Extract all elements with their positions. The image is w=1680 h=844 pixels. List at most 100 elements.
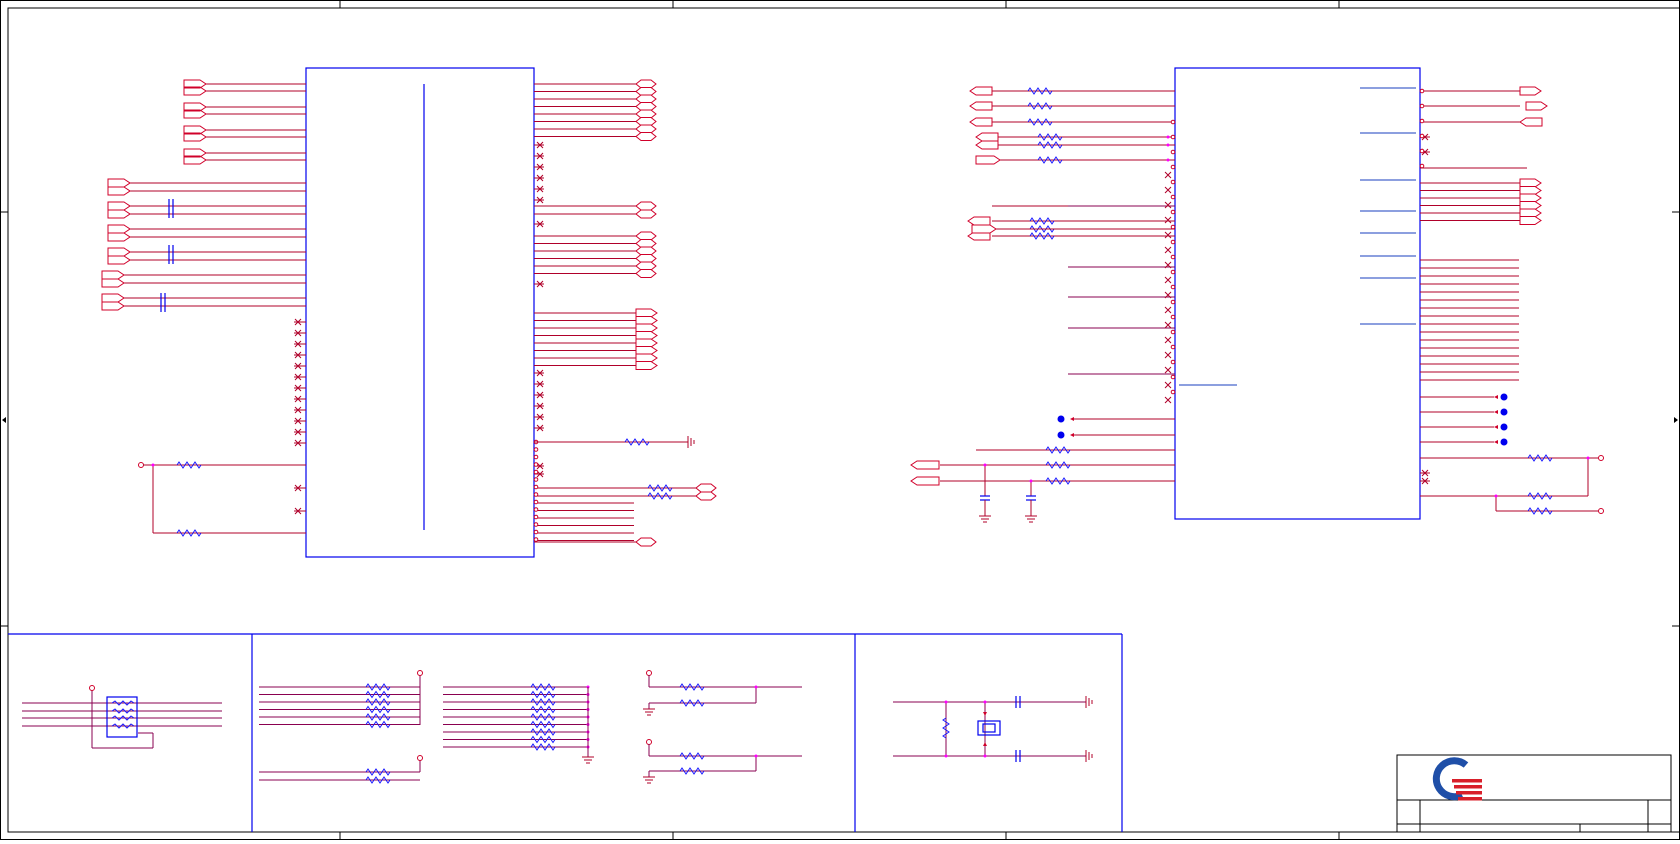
- resistor: [530, 713, 556, 721]
- pin-dot: [1166, 158, 1170, 162]
- vcc-port: [417, 755, 423, 761]
- ic-u1-ground-resistor: [534, 436, 695, 448]
- no-connect-mark: [1164, 171, 1172, 179]
- pin-end: [533, 454, 539, 460]
- pin-end: [1170, 149, 1176, 155]
- signal-port: [1525, 101, 1548, 111]
- ic-u1-right-pins: [533, 83, 696, 543]
- signal-port-pair: [101, 270, 125, 288]
- pin-end: [533, 529, 539, 535]
- ic-u1-left-pins: [122, 83, 306, 515]
- resistor: [679, 752, 705, 760]
- signal-port: [635, 109, 657, 119]
- pin-end: [1170, 344, 1176, 350]
- pin-end: [1170, 389, 1176, 395]
- no-connect-mark: [1164, 216, 1172, 224]
- no-connect-mark: [1164, 186, 1172, 194]
- pin-end: [1170, 239, 1176, 245]
- resistor: [1037, 141, 1063, 149]
- signal-port: [635, 117, 657, 126]
- pin-end: [1170, 194, 1176, 200]
- vcc-port: [646, 739, 652, 745]
- no-connect-mark: [1164, 351, 1172, 359]
- resistor: [365, 705, 391, 714]
- pin-dot: [1166, 135, 1170, 139]
- signal-port: [635, 132, 657, 141]
- pin-end: [1170, 374, 1176, 380]
- pin-end: [1170, 299, 1176, 305]
- vcc-port: [417, 670, 423, 676]
- resistor: [530, 743, 556, 751]
- resistor: [1029, 217, 1055, 225]
- signal-port: [635, 209, 657, 219]
- panel-resistor-array: [22, 685, 222, 749]
- resistor: [1027, 102, 1053, 110]
- signal-port: [635, 246, 657, 256]
- resistor: [365, 683, 391, 691]
- pin-end: [1170, 224, 1176, 230]
- signal-port: [971, 224, 997, 234]
- no-connect-mark: [1164, 276, 1172, 284]
- signal-port: [969, 86, 993, 96]
- pin-end: [1170, 119, 1176, 125]
- company-logo: [1432, 757, 1482, 801]
- signal-port: [635, 231, 657, 241]
- signal-port: [969, 101, 993, 111]
- resistor: [679, 683, 705, 691]
- pin-end: [533, 469, 539, 475]
- signal-port: [635, 323, 658, 333]
- ic-u2-body: [1174, 67, 1421, 520]
- signal-port: [1519, 186, 1542, 195]
- resistor: [530, 735, 556, 744]
- no-connect-mark: [1164, 366, 1172, 374]
- pin-end: [1170, 284, 1176, 290]
- resistor: [679, 767, 705, 775]
- no-connect-mark: [1164, 321, 1172, 329]
- pin-end: [533, 447, 539, 452]
- no-connect-mark: [1164, 201, 1172, 209]
- resistor: [365, 713, 391, 721]
- resistor: [530, 720, 556, 729]
- resistor: [530, 683, 556, 691]
- signal-port: [635, 87, 657, 96]
- signal-port-pair: [107, 201, 131, 219]
- pin-end: [1170, 314, 1176, 320]
- pin-dot: [754, 685, 758, 689]
- signal-port: [1519, 86, 1542, 96]
- ic-u2-clock-network: [910, 446, 1175, 523]
- signal-port-pair: [183, 125, 207, 142]
- resistor: [365, 720, 391, 729]
- signal-port: [1519, 216, 1542, 225]
- signal-port: [635, 201, 657, 211]
- pin-end: [1419, 148, 1425, 154]
- resistor: [530, 690, 556, 699]
- pin-end: [533, 507, 539, 512]
- pin-end: [1419, 118, 1425, 124]
- resistor: [365, 768, 391, 776]
- no-connect-mark: [1164, 396, 1172, 404]
- signal-port: [969, 117, 993, 127]
- pin-end: [1170, 359, 1176, 365]
- resistor: [530, 705, 556, 714]
- signal-port: [635, 361, 658, 370]
- pin-end: [1419, 88, 1425, 94]
- pin-end: [533, 484, 539, 490]
- resistor: [1037, 156, 1063, 164]
- resistor: [365, 698, 391, 706]
- pin-end: [533, 477, 539, 482]
- signal-port: [635, 79, 657, 89]
- signal-port: [635, 346, 658, 355]
- signal-port-pair: [183, 102, 207, 119]
- vcc-port: [646, 670, 652, 676]
- signal-port: [695, 491, 717, 501]
- signal-port: [975, 155, 1001, 165]
- signal-port: [967, 216, 991, 226]
- no-connect-mark: [1164, 231, 1172, 239]
- ic-u1-body: [305, 67, 535, 558]
- schematic-sheet: [0, 0, 1680, 840]
- signal-port: [1519, 117, 1543, 127]
- signal-port: [635, 316, 658, 325]
- signal-port-pair: [183, 148, 207, 165]
- ic-u2-internal-labels: [1360, 87, 1416, 325]
- ic-u2-right-pins: [1419, 86, 1548, 485]
